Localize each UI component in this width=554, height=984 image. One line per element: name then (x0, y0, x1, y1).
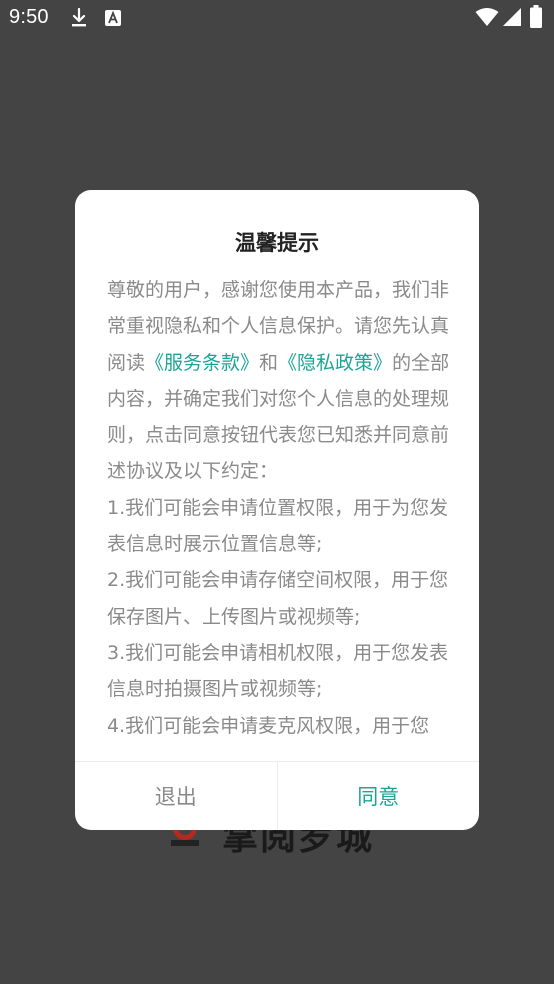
app-notification-icon (105, 10, 121, 26)
terms-of-service-link[interactable]: 《服务条款》 (145, 352, 259, 374)
list-item: 1.我们可能会申请位置权限，用于为您发表信息时展示位置信息等; (107, 496, 449, 556)
signal-icon (503, 8, 521, 26)
dialog-body[interactable]: 尊敬的用户，感谢您使用本产品，我们非常重视隐私和个人信息保护。请您先认真阅读《服… (107, 272, 452, 738)
list-item: 3.我们可能会申请相机权限，用于您发表信息时拍摄图片或视频等; (107, 641, 449, 701)
status-time: 9:50 (9, 6, 49, 28)
list-item: 2.我们可能会申请存储空间权限，用于您保存图片、上传图片或视频等; (107, 569, 449, 628)
dialog-intro: 尊敬的用户，感谢您使用本产品，我们非常重视隐私和个人信息保护。请您先认真阅读《服… (107, 272, 452, 490)
privacy-policy-link[interactable]: 《隐私政策》 (278, 352, 392, 374)
battery-icon (530, 5, 542, 28)
agree-button[interactable]: 同意 (278, 762, 480, 830)
dialog-title: 温馨提示 (235, 231, 319, 255)
and-text: 和 (259, 351, 279, 374)
wifi-icon (475, 8, 499, 26)
dialog-footer: 退出 同意 (75, 761, 479, 830)
exit-button[interactable]: 退出 (75, 762, 278, 830)
list-item: 4.我们可能会申请麦克风权限，用于您 (107, 714, 430, 737)
status-bar: 9:50 (0, 0, 554, 36)
privacy-dialog: 温馨提示 尊敬的用户，感谢您使用本产品，我们非常重视隐私和个人信息保护。请您先认… (75, 190, 479, 830)
download-icon (72, 8, 86, 27)
